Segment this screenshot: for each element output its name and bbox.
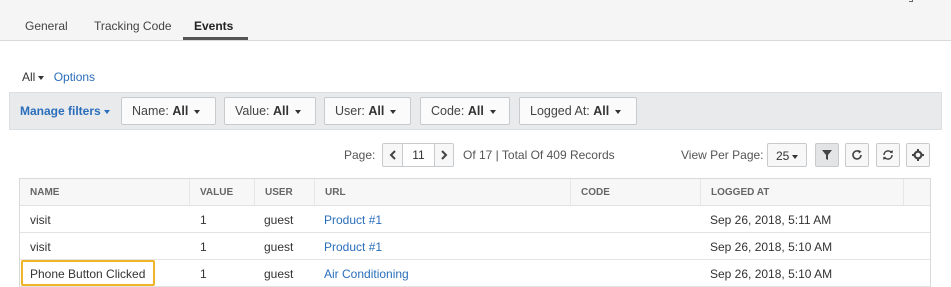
filter-icon [822, 150, 832, 160]
filter-bar: Manage filters Name: All Value: All User… [9, 92, 942, 130]
column-header-extra [903, 179, 931, 205]
scope-dropdown[interactable]: All [22, 70, 45, 84]
chevron-right-icon [441, 150, 448, 160]
column-header-logged-at[interactable]: LOGGED AT [700, 179, 769, 205]
chevron-down-icon [103, 109, 110, 114]
records-summary: Of 17 | Total Of 409 Records [463, 148, 615, 162]
column-header-value[interactable]: VALUE [189, 179, 233, 205]
column-header-name[interactable]: NAME [30, 179, 59, 205]
per-page-value: 25 [776, 149, 790, 163]
table-header-row: NAME VALUE USER URL CODE LOGGED AT [20, 179, 930, 206]
filter-name-button[interactable]: Name: All [121, 97, 216, 125]
tab-general[interactable]: General [14, 13, 79, 40]
page-label: Page: [344, 148, 376, 162]
filter-value-value: All [273, 104, 289, 118]
cell-user: guest [264, 240, 294, 254]
table-row[interactable]: visit 1 guest Product #1 Sep 26, 2018, 5… [20, 233, 930, 260]
filter-user-value: All [368, 104, 385, 118]
filter-toggle-button[interactable] [815, 143, 839, 167]
manage-filters-label: Manage filters [20, 104, 101, 118]
cell-url-link[interactable]: Product #1 [324, 233, 382, 259]
filter-user-button[interactable]: User: All [324, 97, 411, 125]
chevron-down-icon [294, 109, 301, 114]
filter-logged-at-label: Logged At: [530, 104, 590, 118]
cell-value: 1 [200, 240, 207, 254]
tab-tracking-code[interactable]: Tracking Code [83, 13, 183, 40]
cell-logged-at: Sep 26, 2018, 5:10 AM [710, 267, 833, 281]
sync-button[interactable] [876, 143, 900, 167]
column-header-code[interactable]: CODE [570, 179, 610, 205]
chevron-left-icon [389, 150, 396, 160]
cell-name: visit [30, 240, 51, 254]
column-header-user[interactable]: USER [254, 179, 293, 205]
filter-code-value: All [467, 104, 484, 118]
manage-filters-button[interactable]: Manage filters [20, 104, 110, 118]
filter-logged-at-button[interactable]: Logged At: All [519, 97, 637, 125]
column-header-url[interactable]: URL [314, 179, 346, 205]
sync-icon [883, 150, 893, 160]
cell-logged-at: Sep 26, 2018, 5:11 AM [710, 213, 832, 227]
tab-bar: General Tracking Code Events [0, 0, 951, 41]
per-page-label: View Per Page: [681, 148, 764, 162]
gear-icon [912, 149, 924, 161]
cell-logged-at: Sep 26, 2018, 5:10 AM [710, 240, 833, 254]
table-row[interactable]: visit 1 guest Product #1 Sep 26, 2018, 5… [20, 206, 930, 233]
filter-value-button[interactable]: Value: All [224, 97, 316, 125]
chevron-down-icon [792, 154, 799, 159]
cell-user: guest [264, 267, 294, 281]
tab-events[interactable]: Events [183, 13, 248, 40]
chevron-down-icon [489, 109, 496, 114]
cell-value: 1 [200, 213, 207, 227]
options-link[interactable]: Options [54, 70, 95, 84]
refresh-button[interactable] [845, 143, 869, 167]
cell-value: 1 [200, 267, 207, 281]
prev-page-button[interactable] [382, 143, 403, 167]
filter-name-label: Name: [132, 104, 169, 118]
filter-name-value: All [172, 104, 189, 118]
corner-mark-icon [909, 0, 913, 2]
events-table: NAME VALUE USER URL CODE LOGGED AT visit… [19, 178, 931, 287]
settings-button[interactable] [906, 143, 930, 167]
filter-logged-at-value: All [593, 104, 610, 118]
view-scope-bar: All Options [22, 70, 95, 84]
refresh-icon [852, 149, 862, 160]
filter-code-label: Code: [431, 104, 465, 118]
cell-name: visit [30, 213, 51, 227]
cell-url-link[interactable]: Air Conditioning [324, 260, 409, 286]
filter-user-label: User: [335, 104, 365, 118]
filter-value-label: Value: [235, 104, 270, 118]
cell-url-link[interactable]: Product #1 [324, 206, 382, 232]
next-page-button[interactable] [434, 143, 454, 167]
page-number-input[interactable] [402, 143, 435, 167]
table-row[interactable]: Phone Button Clicked 1 guest Air Conditi… [20, 260, 930, 287]
chevron-down-icon [38, 75, 45, 80]
chevron-down-icon [390, 109, 397, 114]
filter-code-button[interactable]: Code: All [420, 97, 510, 125]
cell-user: guest [264, 213, 294, 227]
chevron-down-icon [194, 109, 201, 114]
per-page-select[interactable]: 25 [767, 143, 807, 167]
cell-name: Phone Button Clicked [30, 267, 146, 281]
scope-label: All [22, 70, 36, 84]
chevron-down-icon [615, 109, 622, 114]
